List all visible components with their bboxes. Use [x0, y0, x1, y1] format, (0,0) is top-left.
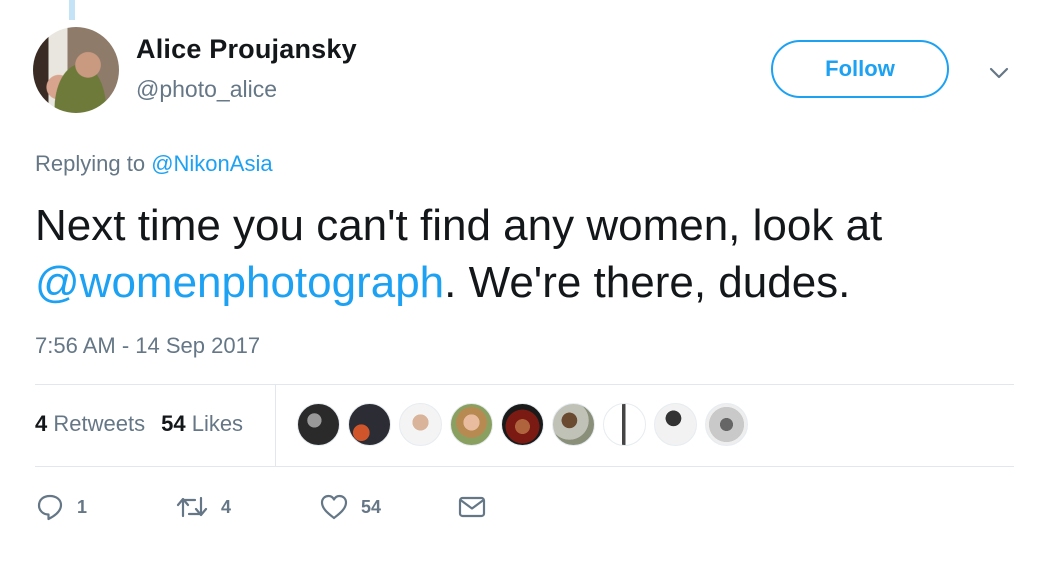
- tweet-text-part2: . We're there, dudes.: [444, 258, 851, 307]
- tweet-stats: 4 Retweets 54 Likes: [35, 411, 243, 437]
- divider-bottom: [35, 466, 1014, 467]
- tweet-text-part1: Next time you can't find any women, look…: [35, 201, 883, 250]
- likes-stat[interactable]: 54 Likes: [161, 411, 243, 437]
- likes-label: Likes: [191, 411, 244, 436]
- chevron-down-icon[interactable]: [986, 60, 1012, 86]
- reply-count: 1: [77, 496, 88, 517]
- envelope-icon: [458, 496, 486, 518]
- replying-to: Replying to @NikonAsia: [35, 151, 273, 177]
- like-button[interactable]: 54: [319, 492, 457, 522]
- author-handle[interactable]: @photo_alice: [136, 76, 277, 103]
- likes-count: 54: [161, 411, 186, 436]
- liker-avatar[interactable]: [348, 403, 391, 446]
- reply-icon: [37, 494, 63, 521]
- replying-mention-link[interactable]: @NikonAsia: [151, 151, 272, 176]
- direct-message-button[interactable]: [457, 492, 487, 522]
- reply-button[interactable]: 1: [35, 492, 175, 522]
- stats-vertical-divider: [275, 385, 276, 466]
- liker-avatar[interactable]: [399, 403, 442, 446]
- divider-top: [35, 384, 1014, 385]
- thread-line: [69, 0, 75, 20]
- retweets-count: 4: [35, 411, 48, 436]
- retweet-count: 4: [221, 496, 232, 517]
- liker-avatar[interactable]: [450, 403, 493, 446]
- liker-avatar[interactable]: [603, 403, 646, 446]
- follow-button[interactable]: Follow: [771, 40, 949, 98]
- liker-avatar[interactable]: [297, 403, 340, 446]
- liker-avatar[interactable]: [654, 403, 697, 446]
- liker-avatar[interactable]: [552, 403, 595, 446]
- liker-avatar[interactable]: [501, 403, 544, 446]
- like-count: 54: [361, 496, 382, 517]
- retweet-icon: [176, 496, 208, 518]
- tweet-mention-link[interactable]: @womenphotograph: [35, 258, 444, 307]
- retweet-button[interactable]: 4: [175, 492, 319, 522]
- avatar[interactable]: [33, 27, 119, 113]
- author-name[interactable]: Alice Proujansky: [136, 34, 357, 65]
- retweets-label: Retweets: [53, 411, 146, 436]
- retweets-stat[interactable]: 4 Retweets: [35, 411, 145, 437]
- tweet-timestamp[interactable]: 7:56 AM - 14 Sep 2017: [35, 333, 260, 359]
- tweet-actions: 1 4 54: [35, 492, 487, 522]
- tweet-text: Next time you can't find any women, look…: [35, 197, 1025, 311]
- liker-avatar[interactable]: [705, 403, 748, 446]
- replying-prefix: Replying to: [35, 151, 152, 176]
- likers-avatars: [297, 403, 748, 446]
- heart-icon: [320, 494, 348, 520]
